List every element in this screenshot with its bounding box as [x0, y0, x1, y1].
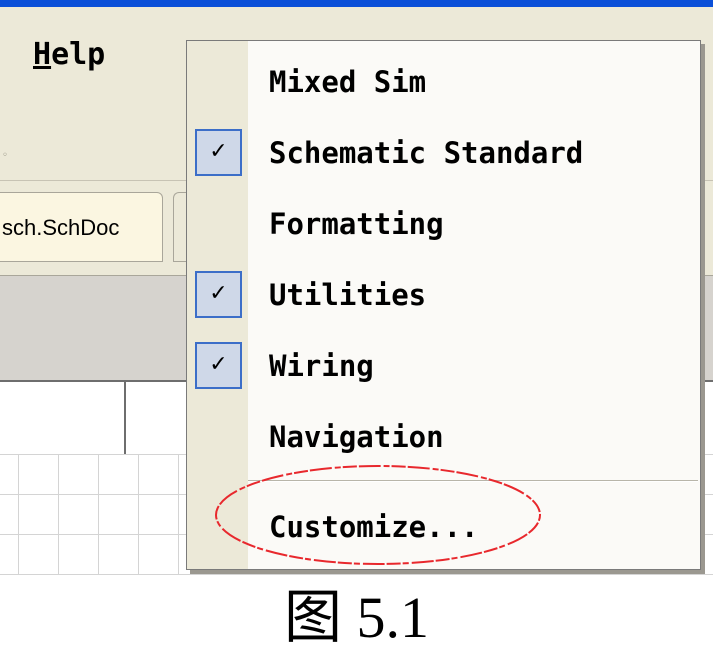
menu-item-wiring[interactable]: ✓ Wiring	[187, 330, 700, 401]
tab-document[interactable]: sch.SchDoc	[0, 192, 163, 262]
menu-item-customize[interactable]: Customize...	[187, 491, 700, 562]
title-bar	[0, 0, 713, 7]
menu-item-label: Customize...	[269, 510, 479, 544]
menu-separator	[248, 480, 698, 482]
figure-caption: 图 5.1	[283, 585, 429, 650]
menu-item-utilities[interactable]: ✓ Utilities	[187, 259, 700, 330]
help-accelerator-letter: H	[33, 37, 52, 72]
menu-item-label: Wiring	[269, 349, 374, 383]
title-block-divider	[124, 382, 126, 454]
application-window: Help ◦ sch.SchDoc Mixed Sim ✓ Schematic …	[0, 0, 713, 575]
toolbar-grip-icon[interactable]: ◦	[2, 150, 8, 161]
tab-document-label: sch.SchDoc	[2, 215, 120, 240]
checkmark-icon: ✓	[195, 271, 242, 318]
menu-item-label: Utilities	[269, 278, 427, 312]
menu-item-mixed-sim[interactable]: Mixed Sim	[187, 46, 700, 117]
menu-item-schematic-standard[interactable]: ✓ Schematic Standard	[187, 117, 700, 188]
menu-item-navigation[interactable]: Navigation	[187, 401, 700, 472]
checkmark-icon: ✓	[195, 342, 242, 389]
menu-item-label: Navigation	[269, 420, 444, 454]
menu-item-label: Formatting	[269, 207, 444, 241]
menu-item-label: Mixed Sim	[269, 65, 427, 99]
checkmark-icon: ✓	[195, 129, 242, 176]
help-label-rest: elp	[51, 37, 106, 72]
toolbars-context-menu: Mixed Sim ✓ Schematic Standard Formattin…	[186, 40, 701, 570]
menu-item-formatting[interactable]: Formatting	[187, 188, 700, 259]
menu-item-label: Schematic Standard	[269, 136, 584, 170]
menu-help[interactable]: Help	[33, 37, 105, 73]
